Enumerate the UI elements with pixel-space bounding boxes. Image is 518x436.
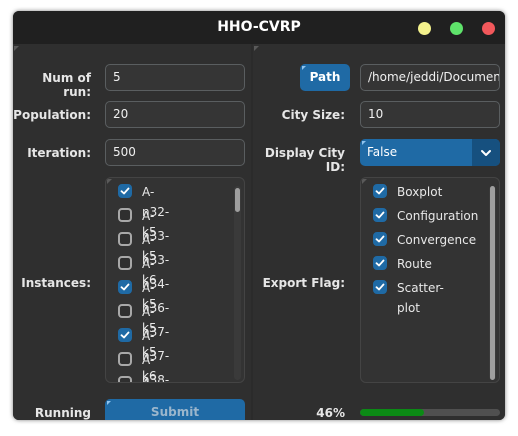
- path-button-label: Path: [309, 70, 341, 84]
- checkmark-icon: [120, 187, 130, 195]
- right-panel: Path /home/jeddi/Documents/HHO-CVRP City…: [253, 44, 505, 420]
- checkbox[interactable]: [373, 184, 387, 198]
- panel-corner-mark: [14, 46, 19, 51]
- maximize-button[interactable]: [450, 22, 463, 35]
- panel-corner-mark: [254, 46, 259, 51]
- display-city-id-dropdown[interactable]: False: [360, 139, 500, 166]
- left-panel: Num of run: 5 Population: 20 Iteration: …: [13, 44, 251, 420]
- list-corner-mark: [107, 179, 112, 184]
- population-label: Population:: [13, 108, 91, 122]
- progress-text: 46%: [316, 406, 345, 420]
- checkbox[interactable]: [373, 208, 387, 222]
- display-city-id-label: Display City ID:: [264, 146, 345, 174]
- path-button[interactable]: Path: [300, 64, 350, 91]
- checkbox[interactable]: [373, 232, 387, 246]
- dropdown-arrow-button[interactable]: [472, 139, 500, 166]
- checkmark-icon: [375, 259, 385, 267]
- checkmark-icon: [120, 331, 130, 339]
- checkmark-icon: [375, 283, 385, 291]
- instance-item-label: A-n39-k5: [142, 374, 169, 382]
- checkbox[interactable]: [373, 256, 387, 270]
- instances-scroll-thumb[interactable]: [235, 188, 240, 212]
- window-title: HHO-CVRP: [217, 19, 301, 35]
- minimize-button[interactable]: [418, 22, 431, 35]
- city-size-input[interactable]: 10: [360, 101, 500, 128]
- button-notch: [107, 401, 111, 405]
- submit-button[interactable]: Submit: [105, 399, 245, 420]
- checkbox[interactable]: [118, 208, 132, 222]
- checkbox[interactable]: [373, 280, 387, 294]
- export-flag-item-label: Scatter-plot: [397, 281, 444, 315]
- checkbox[interactable]: [118, 232, 132, 246]
- running-label: Running: [34, 406, 91, 420]
- close-button[interactable]: [482, 22, 495, 35]
- export-flag-item-label: Configuration: [397, 209, 479, 223]
- checkbox[interactable]: [118, 304, 132, 318]
- path-input[interactable]: /home/jeddi/Documents/HHO-CVRP: [360, 64, 500, 91]
- iteration-input[interactable]: 500: [105, 139, 245, 166]
- checkbox[interactable]: [118, 376, 132, 382]
- instances-scrollbar[interactable]: [234, 186, 241, 380]
- title-bar: HHO-CVRP: [13, 11, 505, 44]
- instances-label: Instances:: [21, 276, 91, 290]
- export-flag-item-label: Boxplot: [397, 185, 443, 199]
- checkmark-icon: [375, 187, 385, 195]
- dropdown-notch: [362, 141, 366, 145]
- app-window: HHO-CVRP Num of run: 5 Population: 20 It…: [13, 11, 505, 420]
- export-flag-item-label: Route: [397, 257, 432, 271]
- progress-bar: [360, 409, 500, 416]
- progress-fill: [360, 409, 425, 416]
- checkbox[interactable]: [118, 256, 132, 270]
- chevron-down-icon: [481, 150, 491, 156]
- city-size-label: City Size:: [281, 108, 345, 122]
- num-runs-input[interactable]: 5: [105, 64, 245, 91]
- button-notch: [302, 66, 306, 70]
- list-corner-mark: [362, 179, 367, 184]
- checkmark-icon: [375, 211, 385, 219]
- checkmark-icon: [375, 235, 385, 243]
- instances-list[interactable]: A-n32-k5 A-n33-k5 A-n33-k6 A-n34-k5 A-n36-k5…: [105, 177, 245, 383]
- export-scroll-thumb[interactable]: [490, 186, 495, 380]
- export-flag-item-label: Convergence: [397, 233, 477, 247]
- checkbox[interactable]: [118, 184, 132, 198]
- population-input[interactable]: 20: [105, 101, 245, 128]
- checkbox[interactable]: [118, 280, 132, 294]
- export-flag-list[interactable]: Boxplot Configuration Convergence Route Scat…: [360, 177, 500, 383]
- checkbox[interactable]: [118, 328, 132, 342]
- num-runs-label: Num of run:: [42, 71, 91, 99]
- checkbox[interactable]: [118, 352, 132, 366]
- display-city-id-value: False: [367, 145, 398, 159]
- submit-label: Submit: [150, 405, 200, 419]
- iteration-label: Iteration:: [27, 146, 91, 160]
- checkmark-icon: [120, 283, 130, 291]
- export-flag-label: Export Flag:: [262, 276, 345, 290]
- export-scrollbar[interactable]: [489, 186, 496, 380]
